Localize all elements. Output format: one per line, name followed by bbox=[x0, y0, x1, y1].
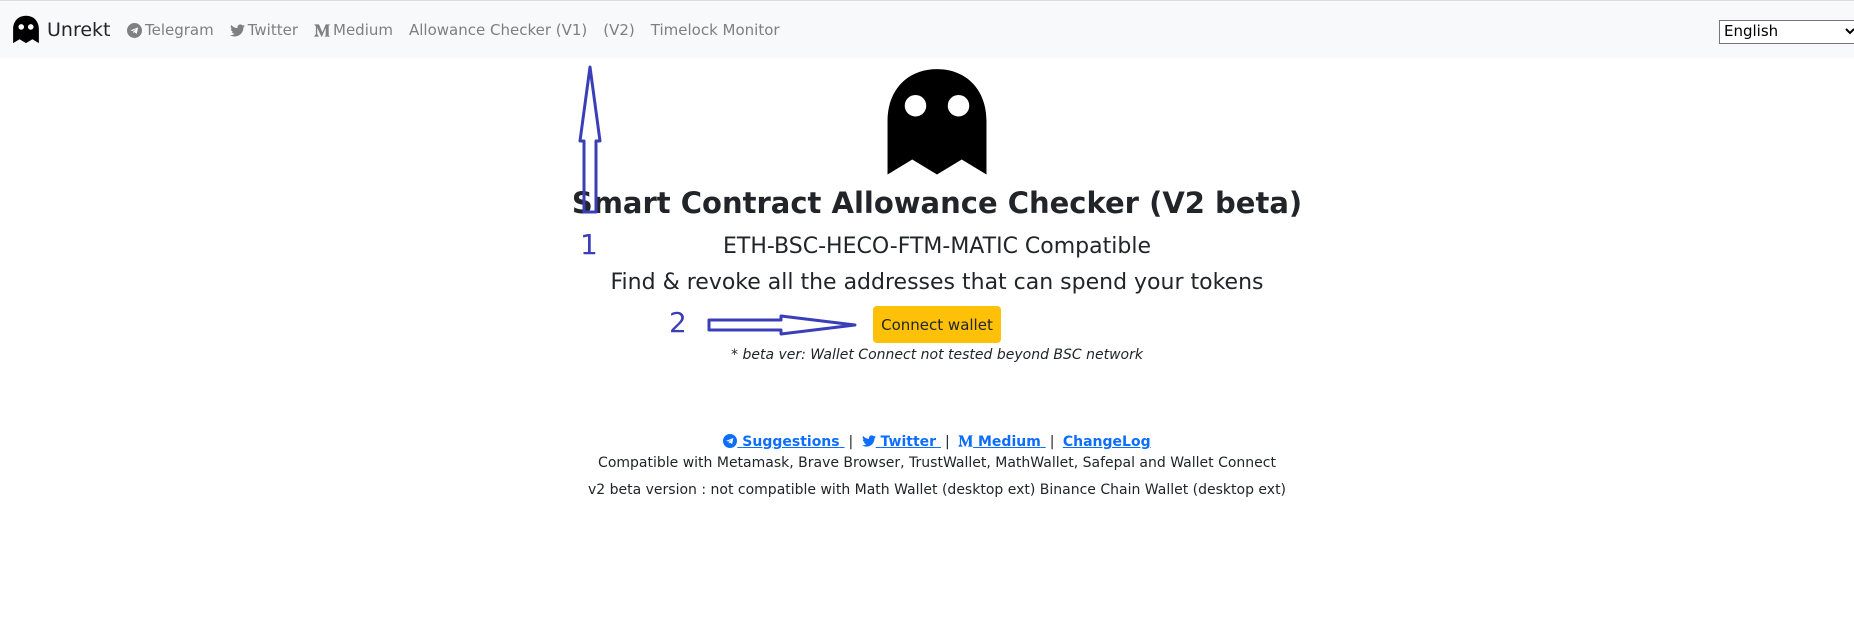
brand-name: Unrekt bbox=[47, 19, 111, 41]
footer-separator: | bbox=[1049, 434, 1055, 450]
nav-link-medium[interactable]: Medium bbox=[314, 21, 393, 39]
annotation-number-2: 2 bbox=[669, 306, 687, 339]
footer-links: Suggestions | Twitter | Medium | ChangeL… bbox=[0, 434, 1854, 450]
navbar: Unrekt Telegram Twitter Medium Allowance… bbox=[0, 0, 1854, 58]
telegram-icon bbox=[723, 434, 738, 448]
nav-link-telegram[interactable]: Telegram bbox=[127, 21, 214, 39]
page-title: Smart Contract Allowance Checker (V2 bet… bbox=[571, 186, 1303, 220]
annotation-arrow-up bbox=[578, 65, 602, 214]
brand-link[interactable]: Unrekt bbox=[12, 15, 111, 45]
nav-link-v2[interactable]: (V2) bbox=[603, 21, 635, 39]
nav-links: Telegram Twitter Medium Allowance Checke… bbox=[127, 21, 796, 39]
connect-wallet-button[interactable]: Connect wallet bbox=[873, 306, 1001, 343]
footer-compat-text: Compatible with Metamask, Brave Browser,… bbox=[598, 455, 1276, 471]
language-select[interactable]: English bbox=[1719, 20, 1854, 44]
nav-link-timelock-monitor[interactable]: Timelock Monitor bbox=[651, 21, 780, 39]
nav-link-label: Telegram bbox=[145, 21, 214, 39]
medium-icon bbox=[314, 23, 331, 37]
twitter-icon bbox=[861, 435, 876, 447]
ghost-icon bbox=[887, 69, 987, 175]
nav-link-allowance-checker-v1[interactable]: Allowance Checker (V1) bbox=[409, 21, 587, 39]
telegram-icon bbox=[127, 22, 142, 38]
beta-note: * beta ver: Wallet Connect not tested be… bbox=[731, 347, 1143, 363]
nav-link-label: Medium bbox=[333, 21, 393, 39]
footer-link-changelog[interactable]: ChangeLog bbox=[1063, 434, 1151, 450]
footer-link-suggestions[interactable]: Suggestions bbox=[723, 434, 844, 450]
page-subtitle: ETH-BSC-HECO-FTM-MATIC Compatible bbox=[723, 234, 1151, 259]
chevron-down-icon bbox=[1845, 28, 1854, 35]
ghost-icon bbox=[13, 15, 39, 44]
footer-link-medium[interactable]: Medium bbox=[958, 434, 1046, 450]
footer-link-label: Twitter bbox=[880, 434, 937, 450]
footer-link-label: Suggestions bbox=[742, 434, 840, 450]
medium-icon bbox=[958, 435, 974, 447]
twitter-icon bbox=[229, 23, 245, 37]
footer-separator: | bbox=[848, 434, 854, 450]
footer-v2-note: v2 beta version : not compatible with Ma… bbox=[587, 482, 1287, 498]
nav-link-label: Twitter bbox=[247, 21, 299, 39]
annotation-number-1: 1 bbox=[580, 228, 598, 261]
footer-link-label: Medium bbox=[978, 434, 1041, 450]
page-tagline: Find & revoke all the addresses that can… bbox=[610, 270, 1264, 295]
footer-separator: | bbox=[944, 434, 950, 450]
footer-link-twitter[interactable]: Twitter bbox=[861, 434, 941, 450]
nav-link-twitter[interactable]: Twitter bbox=[229, 21, 299, 39]
language-select-value: English bbox=[1724, 22, 1779, 40]
annotation-arrow-right bbox=[707, 314, 857, 336]
